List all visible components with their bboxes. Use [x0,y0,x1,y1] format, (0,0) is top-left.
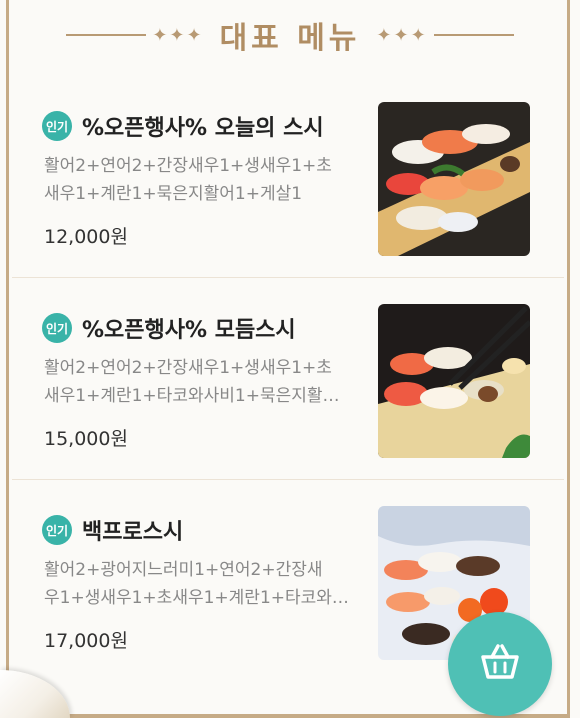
menu-item[interactable]: 인기 %오픈행사% 모듬스시 활어2+연어2+간장새우1+생새우1+초 새우1+… [12,282,564,480]
section-title: 대표 메뉴 [219,21,361,56]
menu-item-photo[interactable] [378,102,530,256]
menu-item-price: 15,000원 [44,428,128,450]
menu-item-price: 12,000원 [44,226,128,248]
menu-item-name: %오픈행사% 오늘의 스시 [82,116,324,141]
header-line-left [66,34,147,36]
menu-item-name: %오픈행사% 모듬스시 [82,318,296,343]
menu-item[interactable]: 인기 %오픈행사% 오늘의 스시 활어2+연어2+간장새우1+생새우1+초 새우… [12,80,564,278]
popular-badge: 인기 [42,313,72,343]
sparkle-icon: ✦✦✦ [152,24,204,46]
menu-item-name: 백프로스시 [82,520,184,545]
popular-badge: 인기 [42,515,72,545]
popular-badge: 인기 [42,111,72,141]
menu-item-description: 활어2+연어2+간장새우1+생새우1+초 새우1+계란1+타코와사비1+묵은지활… [44,358,340,406]
menu-item-description: 활어2+광어지느러미1+연어2+간장새 우1+생새우1+초새우1+계란1+타코와… [44,560,349,608]
menu-item-price: 17,000원 [44,630,128,652]
section-header: ✦✦✦ 대표 메뉴 ✦✦✦ [0,12,580,58]
shopping-basket-icon [479,643,521,685]
header-line-right [433,34,514,36]
cart-button[interactable] [448,612,552,716]
menu-item-photo[interactable] [378,304,530,458]
menu-item-description: 활어2+연어2+간장새우1+생새우1+초 새우1+계란1+묵은지활어1+게살1 [44,156,332,204]
sparkle-icon: ✦✦✦ [376,24,428,46]
